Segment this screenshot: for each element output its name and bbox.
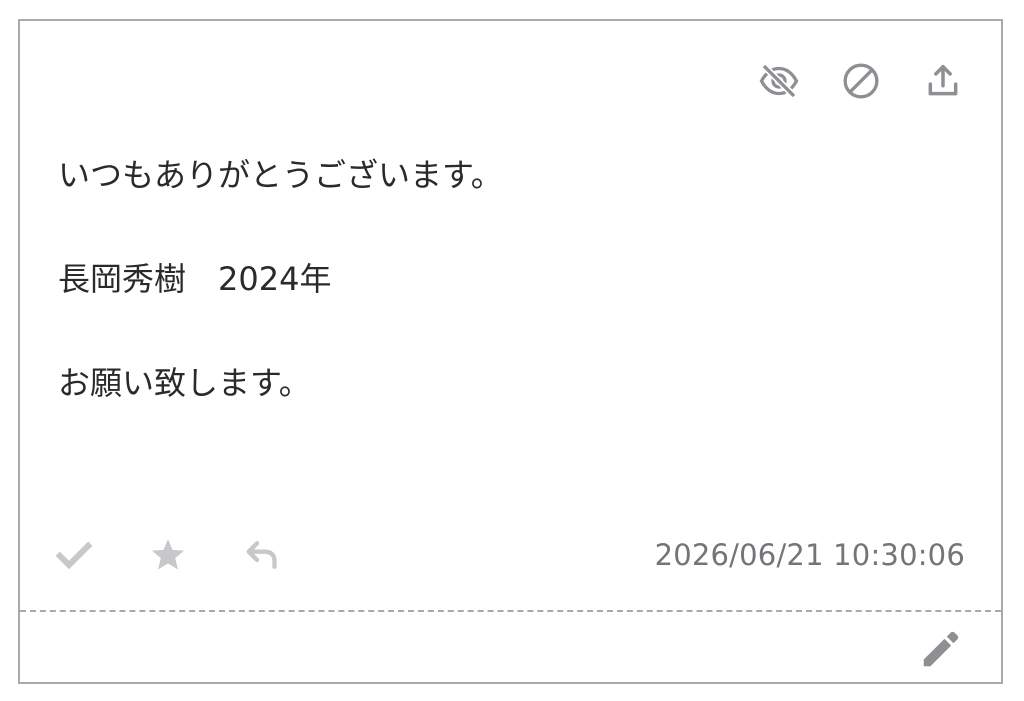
star-icon bbox=[152, 539, 184, 570]
message-line: 長岡秀樹 2024年 bbox=[58, 260, 332, 298]
pencil-icon bbox=[923, 631, 959, 667]
footer-row: 2026/06/21 10:30:06 bbox=[54, 527, 965, 583]
message-timestamp: 2026/06/21 10:30:06 bbox=[654, 538, 965, 572]
block-button[interactable] bbox=[841, 61, 881, 101]
dashed-divider bbox=[20, 610, 1001, 612]
share-button[interactable] bbox=[923, 61, 963, 101]
reply-icon bbox=[246, 541, 277, 569]
eye-off-icon bbox=[759, 63, 799, 99]
top-actions bbox=[759, 61, 963, 101]
edit-button[interactable] bbox=[917, 625, 965, 673]
hide-button[interactable] bbox=[759, 61, 799, 101]
upload-icon bbox=[928, 65, 958, 96]
message-actions bbox=[54, 535, 282, 575]
reply-button[interactable] bbox=[242, 535, 282, 575]
message-card: いつもありがとうございます。 長岡秀樹 2024年 お願い致します。 2026/… bbox=[18, 19, 1003, 684]
block-icon bbox=[843, 63, 879, 99]
mark-read-button[interactable] bbox=[54, 535, 94, 575]
check-icon bbox=[55, 541, 93, 570]
message-body: いつもありがとうございます。 長岡秀樹 2024年 お願い致します。 bbox=[58, 149, 963, 461]
message-line: いつもありがとうございます。 bbox=[58, 156, 503, 194]
message-line: お願い致します。 bbox=[58, 364, 311, 402]
favorite-button[interactable] bbox=[148, 535, 188, 575]
